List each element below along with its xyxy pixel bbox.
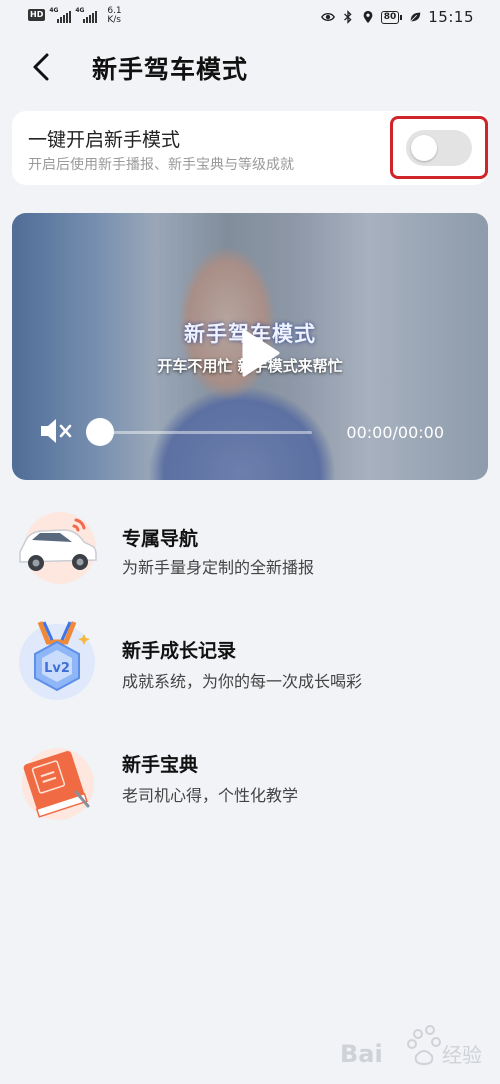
sim1-tag: 4G — [49, 7, 59, 14]
header: 新手驾车模式 — [0, 36, 500, 98]
network-speed-unit: K/s — [107, 15, 121, 25]
svg-text:经验: 经验 — [442, 1043, 482, 1067]
location-icon — [363, 10, 373, 24]
feature-description: 成就系统，为你的每一次成长喝彩 — [122, 672, 363, 691]
novice-mode-card: 一键开启新手模式 开启后使用新手播报、新手宝典与等级成就 — [12, 111, 488, 185]
car-icon — [19, 512, 97, 584]
status-right: 80 15:15 — [320, 8, 474, 26]
novice-mode-description: 开启后使用新手播报、新手宝典与等级成就 — [28, 157, 294, 173]
feature-description: 为新手量身定制的全新播报 — [122, 558, 315, 577]
svg-text:Lv2: Lv2 — [44, 661, 70, 676]
feature-title: 新手宝典 — [122, 754, 199, 776]
signal-icon: 4G — [75, 7, 98, 23]
battery-icon: 80 — [380, 10, 403, 24]
signal-icon: 4G — [49, 7, 72, 23]
back-button[interactable] — [26, 50, 58, 84]
leaf-icon — [410, 12, 421, 22]
novice-mode-switch[interactable] — [406, 130, 472, 166]
feature-item-growth[interactable]: Lv2 新手成长记录 成就系统，为你的每一次成长喝彩 — [0, 616, 500, 716]
switch-knob — [411, 135, 437, 161]
app-screen: HD 4G 4G 6.1 K/s 80 15:15 新手驾车模式 一键开启新手模… — [0, 0, 500, 1084]
feature-item-handbook[interactable]: 新手宝典 老司机心得，个性化教学 — [0, 740, 500, 840]
play-button[interactable] — [234, 323, 284, 383]
status-left: HD 4G 4G 6.1 K/s — [28, 7, 122, 25]
bluetooth-icon — [343, 10, 352, 24]
status-bar: HD 4G 4G 6.1 K/s 80 15:15 — [0, 0, 500, 36]
baidu-jingyan-watermark: Bai 经验 — [340, 1025, 482, 1068]
video-time: 00:00/00:00 — [346, 423, 444, 442]
feature-title: 专属导航 — [122, 528, 199, 550]
page-title: 新手驾车模式 — [92, 55, 249, 84]
handbook-icon — [22, 748, 94, 820]
intro-video[interactable]: 新手驾车模式 开车不用忙 新手模式来帮忙 00:00/00:00 — [12, 213, 488, 480]
progress-track[interactable] — [100, 431, 312, 434]
novice-mode-title: 一键开启新手模式 — [28, 129, 181, 151]
feature-description: 老司机心得，个性化教学 — [122, 786, 299, 805]
clock: 15:15 — [428, 8, 474, 26]
svg-text:Bai: Bai — [340, 1040, 383, 1068]
eye-icon — [320, 13, 335, 21]
progress-handle[interactable] — [86, 418, 114, 446]
battery-level: 80 — [380, 10, 400, 24]
feature-title: 新手成长记录 — [122, 640, 237, 662]
mute-icon[interactable] — [38, 415, 74, 447]
feature-item-navigation[interactable]: 专属导航 为新手量身定制的全新播报 — [0, 506, 500, 606]
lv2-badge-icon: Lv2 — [19, 621, 95, 700]
network-speed: 6.1 K/s — [107, 7, 121, 25]
sim2-tag: 4G — [75, 7, 85, 14]
hd-badge: HD — [28, 9, 46, 21]
